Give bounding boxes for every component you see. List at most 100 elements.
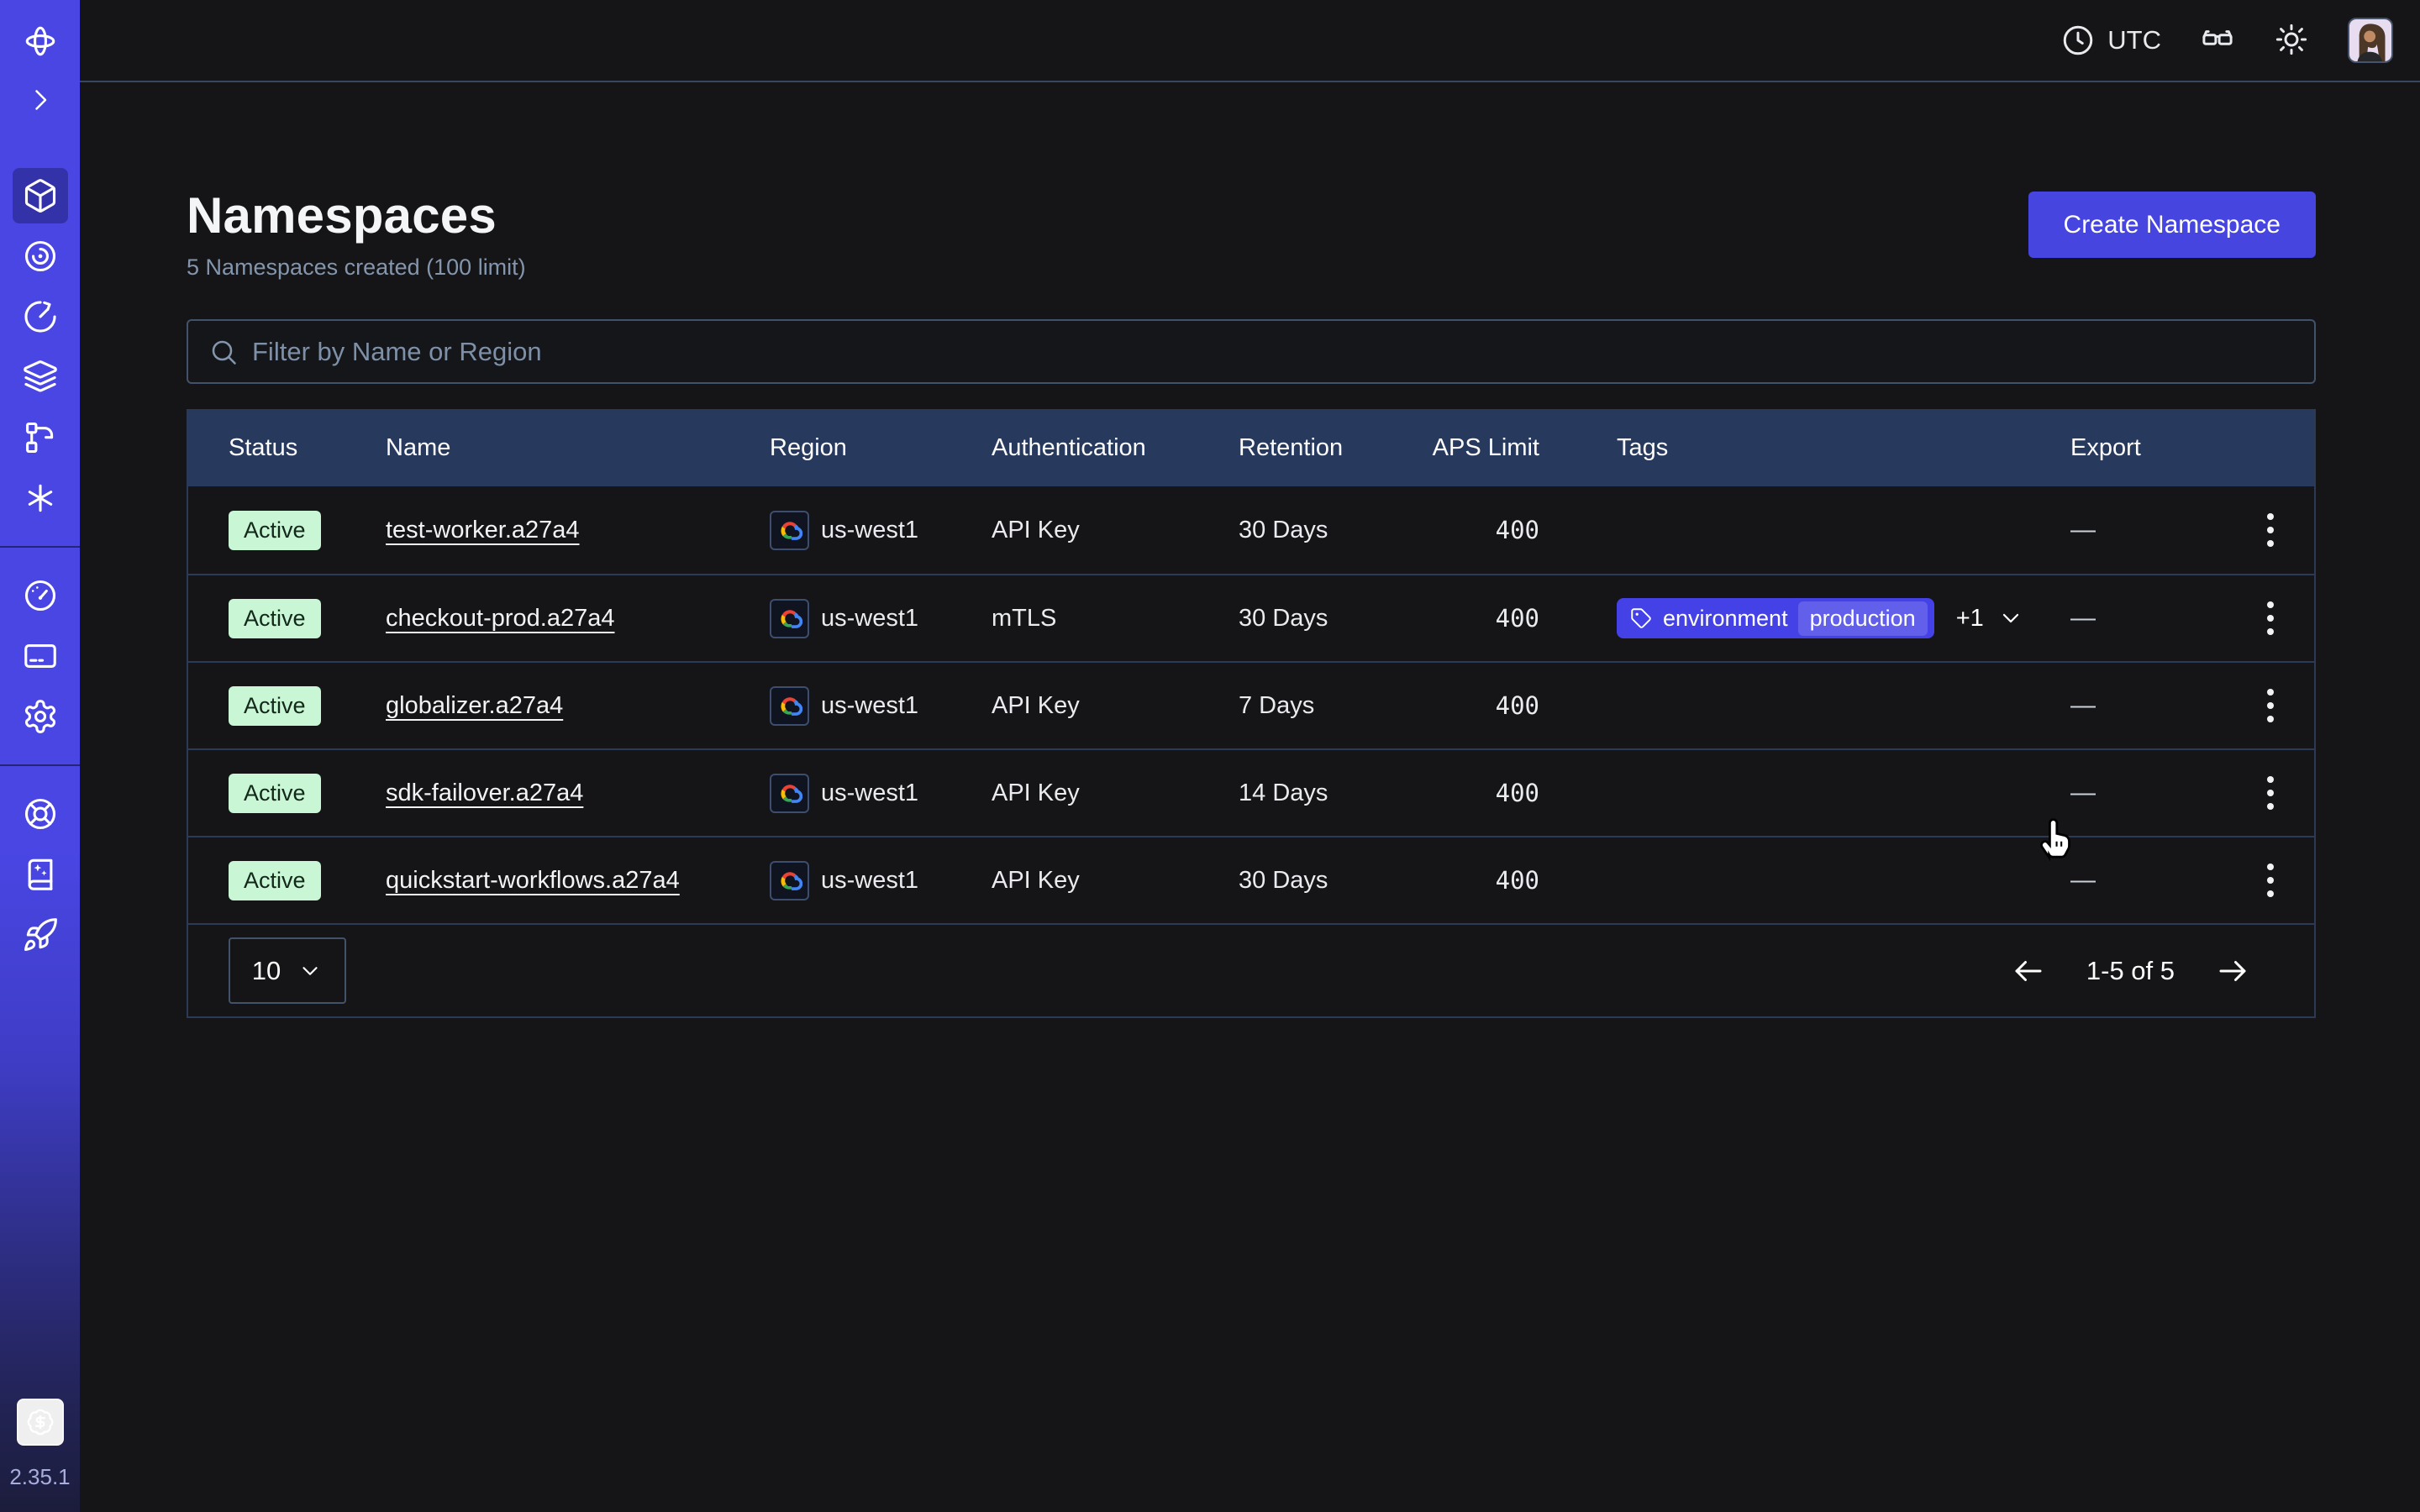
status-badge: Active <box>229 861 321 900</box>
col-header-auth: Authentication <box>992 434 1239 462</box>
spiral-icon <box>22 238 59 275</box>
tag-value: production <box>1798 601 1928 636</box>
cube-icon <box>22 177 59 214</box>
credit-card-icon <box>22 638 59 675</box>
aps-limit: 400 <box>1431 866 1617 895</box>
aps-limit: 400 <box>1431 516 1617 544</box>
sidebar-item-batch-operations[interactable] <box>13 410 68 465</box>
page-size-select[interactable]: 10 <box>229 937 346 1004</box>
chevron-down-icon <box>297 958 323 984</box>
sidebar-item-getting-started[interactable] <box>13 907 68 963</box>
gauge-icon <box>22 577 59 614</box>
namespace-link[interactable]: globalizer.a27a4 <box>386 692 563 719</box>
branch-icon <box>22 419 59 456</box>
sidebar-item-deployments[interactable] <box>13 349 68 405</box>
tag-more-count: +1 <box>1956 605 1984 633</box>
tags-group: environment production +1 <box>1617 598 2024 638</box>
sidebar-item-schedules[interactable] <box>13 289 68 344</box>
status-badge: Active <box>229 511 321 550</box>
status-badge: Active <box>229 599 321 638</box>
user-avatar[interactable] <box>2348 18 2393 63</box>
namespace-link[interactable]: checkout-prod.a27a4 <box>386 605 614 632</box>
page-subtitle: 5 Namespaces created (100 limit) <box>187 255 526 281</box>
namespace-link[interactable]: sdk-failover.a27a4 <box>386 780 583 806</box>
row-actions-menu-button[interactable] <box>2247 591 2294 645</box>
main-content: Namespaces 5 Namespaces created (100 lim… <box>80 186 2420 1018</box>
search-icon <box>208 337 239 367</box>
asterisk-icon <box>22 480 59 517</box>
book-sparkles-icon <box>22 856 59 893</box>
gcp-cloud-icon <box>770 686 809 726</box>
rocket-icon <box>22 916 59 953</box>
chevron-down-icon <box>1997 605 2024 632</box>
auth-method: API Key <box>992 867 1239 895</box>
prev-page-button[interactable] <box>2011 953 2046 989</box>
sidebar: 2.35.1 <box>0 0 80 1512</box>
temporal-logo[interactable] <box>13 13 68 69</box>
sidebar-item-usage[interactable] <box>13 568 68 623</box>
page-title: Namespaces <box>187 186 526 244</box>
sidebar-expand-chevron-icon[interactable] <box>13 72 68 128</box>
filter-input[interactable] <box>252 337 2294 367</box>
pagination-range: 1-5 of 5 <box>2086 956 2175 986</box>
gcp-cloud-icon <box>770 774 809 813</box>
table-row: Active checkout-prod.a27a4 us-west1 mTLS… <box>188 574 2314 661</box>
gcp-cloud-icon <box>770 511 809 550</box>
auth-method: API Key <box>992 780 1239 807</box>
table-header-row: Status Name Region Authentication Retent… <box>188 409 2314 486</box>
col-header-status: Status <box>229 434 386 462</box>
sidebar-item-billing[interactable] <box>13 628 68 684</box>
row-actions-menu-button[interactable] <box>2247 853 2294 907</box>
retention-period: 30 Days <box>1239 517 1431 544</box>
col-header-retention: Retention <box>1239 434 1431 462</box>
table-body: Active test-worker.a27a4 us-west1 API Ke… <box>188 486 2314 923</box>
avatar-image <box>2349 19 2391 61</box>
tag-badge[interactable]: environment production <box>1617 598 1934 638</box>
table-row: Active globalizer.a27a4 us-west1 API Key… <box>188 661 2314 748</box>
timezone-label: UTC <box>2107 25 2161 55</box>
gcp-cloud-icon <box>770 599 809 638</box>
table-row: Active quickstart-workflows.a27a4 us-wes… <box>188 836 2314 923</box>
row-actions-menu-button[interactable] <box>2247 679 2294 732</box>
sidebar-item-docs[interactable] <box>13 847 68 902</box>
namespace-link[interactable]: test-worker.a27a4 <box>386 517 580 543</box>
export-value: — <box>2070 779 2096 807</box>
tag-icon <box>1630 607 1653 630</box>
row-actions-menu-button[interactable] <box>2247 766 2294 820</box>
row-actions-menu-button[interactable] <box>2247 503 2294 557</box>
tags-expand-button[interactable] <box>1997 605 2024 632</box>
table-row: Active test-worker.a27a4 us-west1 API Ke… <box>188 486 2314 574</box>
retention-period: 30 Days <box>1239 605 1431 633</box>
sidebar-item-support[interactable] <box>13 786 68 842</box>
timer-icon <box>22 298 59 335</box>
sidebar-item-workflows[interactable] <box>13 228 68 284</box>
labs-toggle-button[interactable] <box>2200 22 2235 60</box>
table-row: Active sdk-failover.a27a4 us-west1 API K… <box>188 748 2314 836</box>
col-header-aps: APS Limit <box>1431 434 1617 462</box>
auth-method: API Key <box>992 517 1239 544</box>
status-badge: Active <box>229 774 321 813</box>
next-page-button[interactable] <box>2215 953 2250 989</box>
region-label: us-west1 <box>821 867 918 895</box>
theme-toggle-button[interactable] <box>2274 22 2309 60</box>
usage-dollar-badge-button[interactable] <box>17 1399 64 1446</box>
table-footer: 10 1-5 of 5 <box>188 923 2314 1016</box>
region-label: us-west1 <box>821 517 918 544</box>
create-namespace-button[interactable]: Create Namespace <box>2028 192 2316 258</box>
sidebar-item-namespaces[interactable] <box>13 168 68 223</box>
auth-method: mTLS <box>992 605 1239 633</box>
life-buoy-icon <box>22 795 59 832</box>
timezone-button[interactable]: UTC <box>2060 23 2161 58</box>
sidebar-item-nexus[interactable] <box>13 470 68 526</box>
status-badge: Active <box>229 686 321 726</box>
export-value: — <box>2070 866 2096 895</box>
topbar: UTC <box>80 0 2420 82</box>
glasses-icon <box>2200 22 2235 57</box>
col-header-tags: Tags <box>1617 434 2070 462</box>
col-header-export: Export <box>2070 434 2314 462</box>
col-header-region: Region <box>770 434 992 462</box>
namespace-link[interactable]: quickstart-workflows.a27a4 <box>386 867 680 894</box>
sun-icon <box>2274 22 2309 57</box>
sidebar-item-settings[interactable] <box>13 689 68 744</box>
aps-limit: 400 <box>1431 604 1617 633</box>
